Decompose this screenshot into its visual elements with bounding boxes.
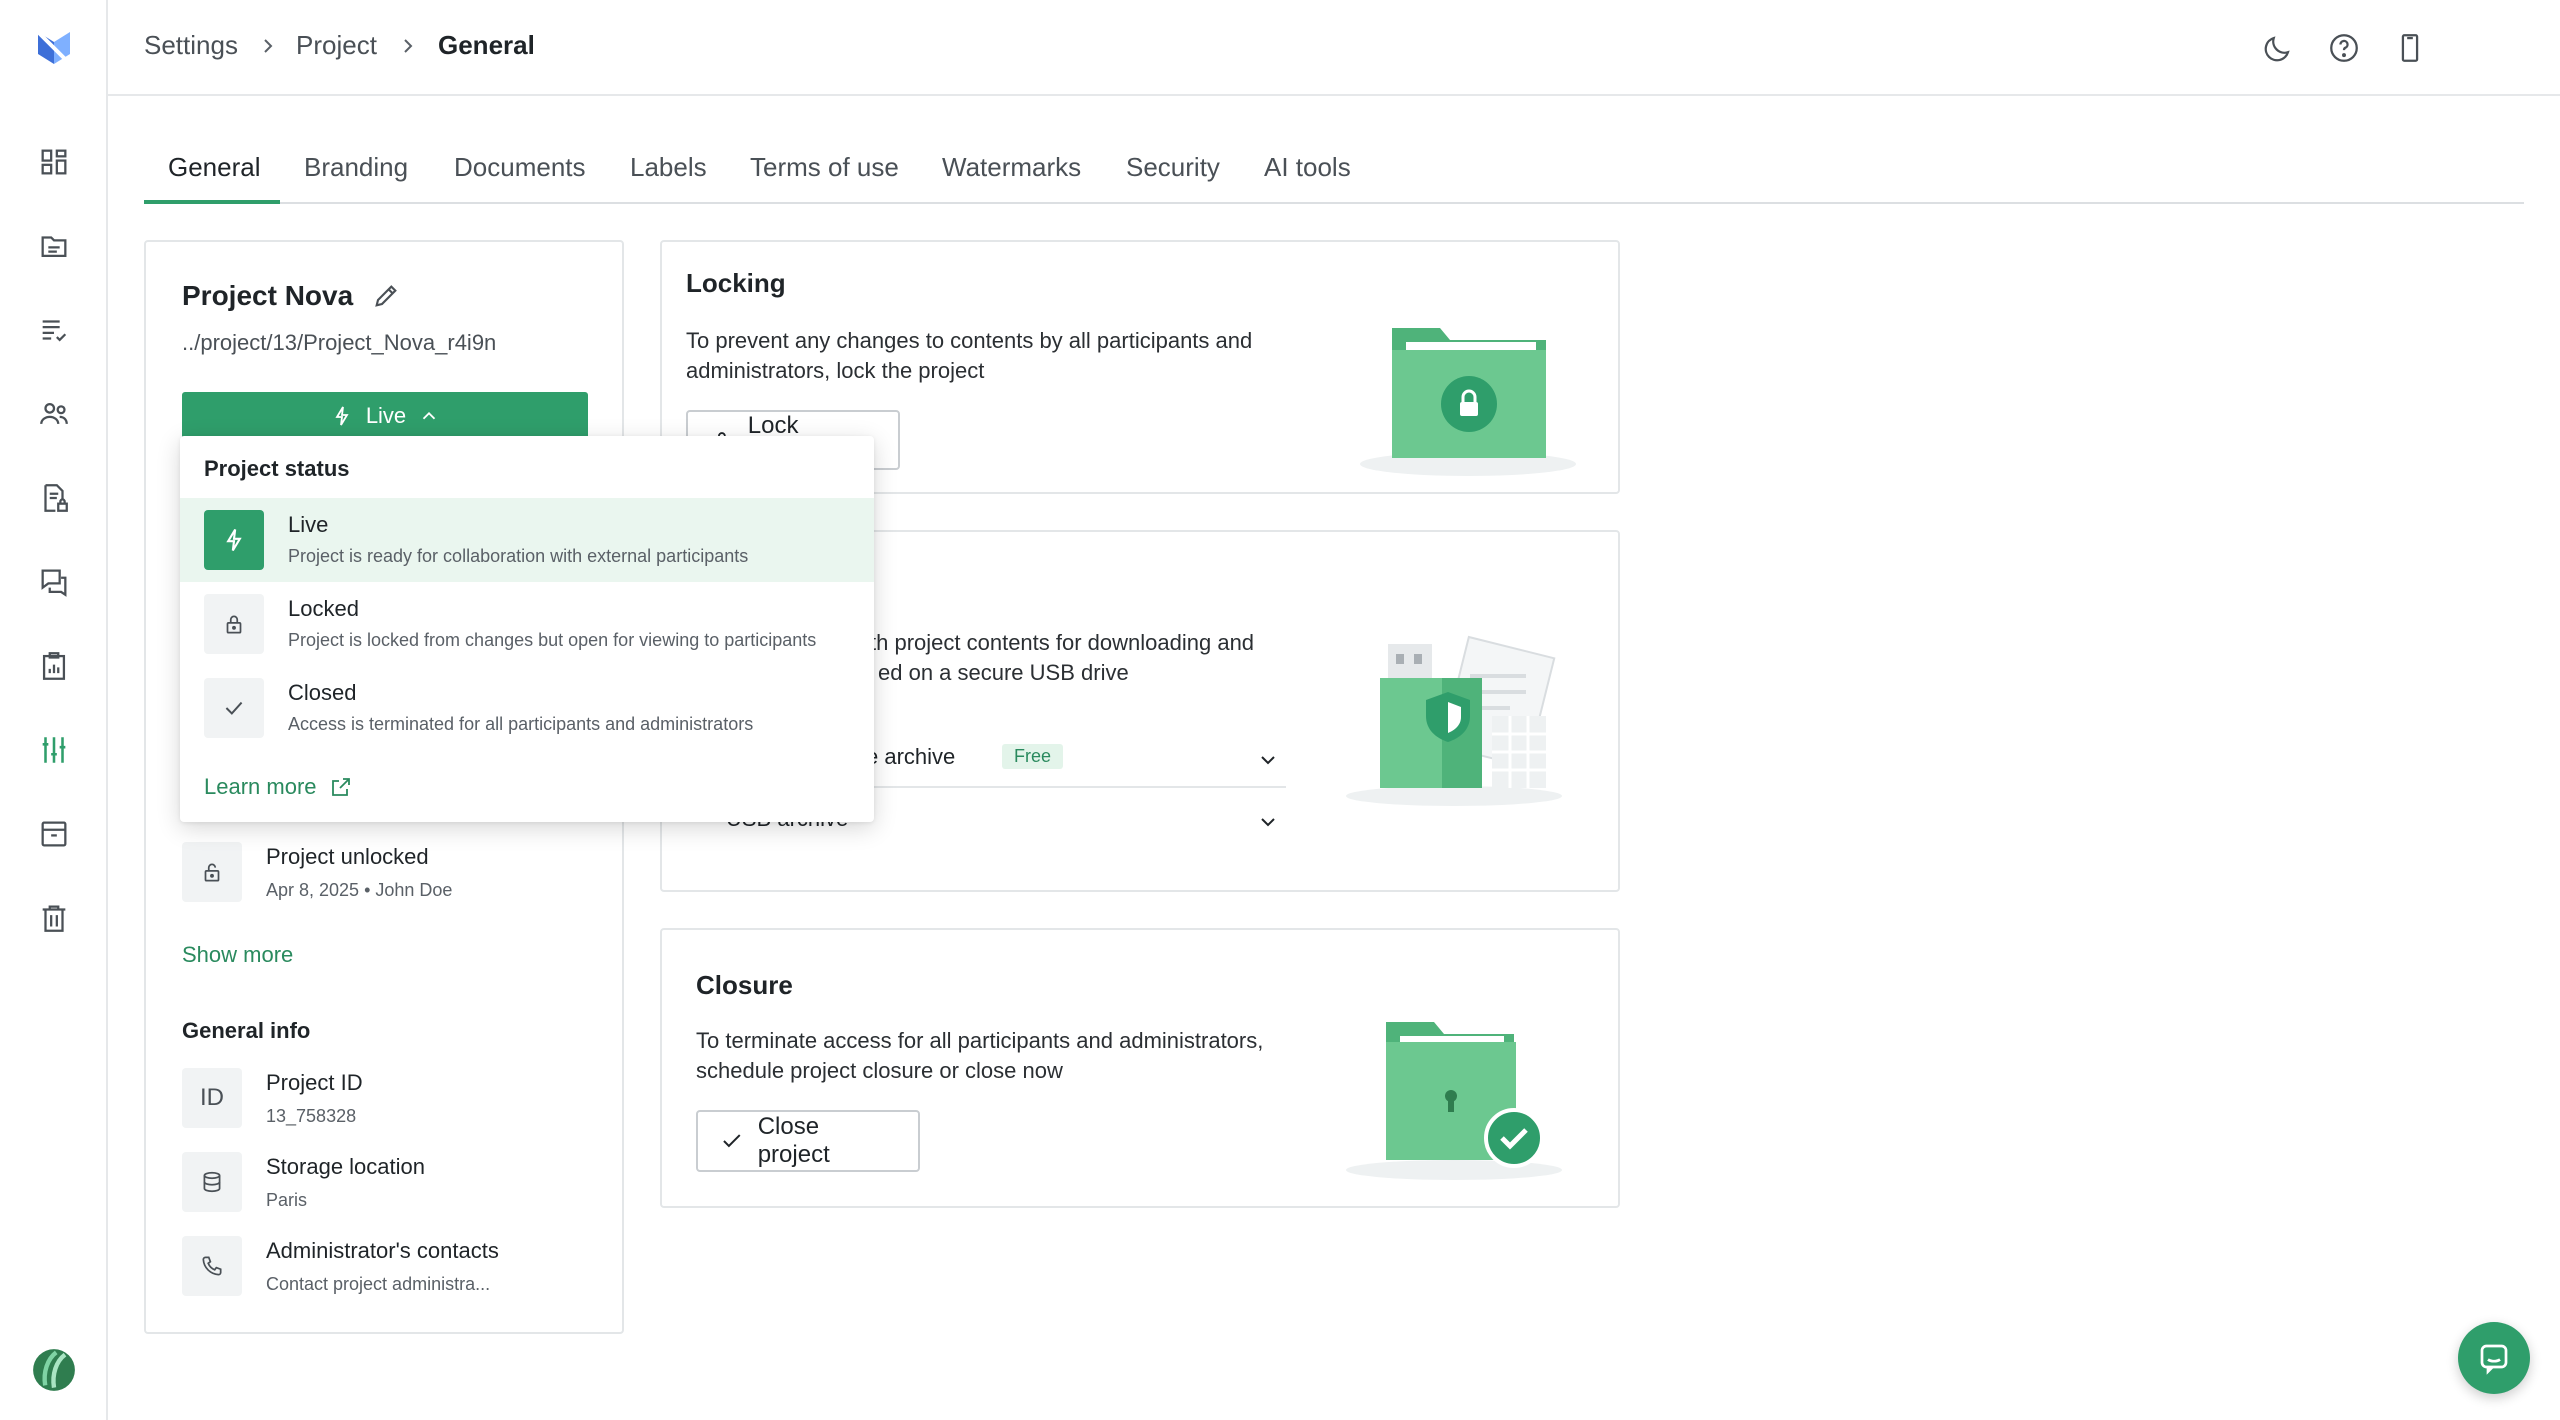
settings-tabs: General Branding Documents Labels Terms … bbox=[144, 148, 2524, 204]
tab-general[interactable]: General bbox=[168, 152, 261, 204]
phone-icon[interactable] bbox=[2386, 24, 2434, 72]
chat-icon bbox=[2480, 1344, 2508, 1375]
tab-security[interactable]: Security bbox=[1126, 152, 1220, 204]
dropdown-title: Project status bbox=[204, 456, 350, 481]
learn-more-link[interactable]: Learn more bbox=[204, 774, 353, 800]
general-info-title: General info bbox=[182, 1018, 311, 1043]
settings-sliders-icon[interactable] bbox=[32, 728, 76, 772]
history-item-title: Project unlocked bbox=[266, 844, 429, 869]
closed-folder-illustration bbox=[1342, 1010, 1572, 1190]
project-id-label: Project ID bbox=[266, 1070, 363, 1095]
sidebar bbox=[0, 0, 108, 1420]
lightning-icon bbox=[204, 510, 264, 570]
edit-pencil-icon[interactable] bbox=[370, 280, 402, 312]
closure-title: Closure bbox=[696, 970, 793, 1000]
moon-icon[interactable] bbox=[2254, 24, 2302, 72]
closure-card: Closure To terminate access for all part… bbox=[660, 928, 1620, 1208]
tab-labels[interactable]: Labels bbox=[630, 152, 707, 204]
project-path: ../project/13/Project_Nova_r4i9n bbox=[182, 330, 497, 355]
project-status-dropdown: Project status Live Project is ready for… bbox=[180, 436, 874, 822]
admin-contacts-label: Administrator's contacts bbox=[266, 1238, 499, 1263]
status-option-locked[interactable]: Locked Project is locked from changes bu… bbox=[180, 582, 874, 666]
project-status-button[interactable]: Live bbox=[182, 392, 588, 440]
workspace-logo-icon[interactable] bbox=[32, 1348, 76, 1392]
check-icon bbox=[723, 1134, 741, 1148]
chevron-down-icon bbox=[1261, 756, 1275, 765]
archive-text-line2: ed on a secure USB drive bbox=[878, 660, 1129, 685]
help-icon[interactable] bbox=[2320, 24, 2368, 72]
chat-support-button[interactable] bbox=[2458, 1322, 2530, 1394]
tab-branding[interactable]: Branding bbox=[304, 152, 408, 204]
history-item-icon bbox=[182, 842, 242, 902]
close-project-button[interactable]: Close project bbox=[696, 1110, 920, 1172]
lightning-icon bbox=[335, 406, 349, 426]
usb-drive-illustration bbox=[1342, 632, 1572, 812]
documents-icon[interactable] bbox=[32, 224, 76, 268]
status-button-label: Live bbox=[365, 403, 407, 428]
chevron-right-icon bbox=[264, 39, 273, 53]
breadcrumb-current: General bbox=[438, 30, 535, 60]
chevron-down-icon bbox=[1261, 818, 1275, 827]
external-link-icon bbox=[331, 778, 350, 796]
phone-call-icon bbox=[182, 1236, 242, 1296]
tab-documents[interactable]: Documents bbox=[454, 152, 586, 204]
project-name: Project Nova bbox=[182, 280, 354, 311]
status-option-closed[interactable]: Closed Access is terminated for all part… bbox=[180, 666, 874, 750]
tab-terms-of-use[interactable]: Terms of use bbox=[750, 152, 899, 204]
closure-text-line2: schedule project closure or close now bbox=[696, 1058, 1063, 1083]
comments-icon[interactable] bbox=[32, 560, 76, 604]
history-item-subtitle: Apr 8, 2025 • John Doe bbox=[266, 880, 453, 900]
free-badge: Free bbox=[1002, 744, 1064, 769]
chevron-up-icon bbox=[423, 411, 436, 420]
trash-icon[interactable] bbox=[32, 896, 76, 940]
tab-ai-tools[interactable]: AI tools bbox=[1264, 152, 1351, 204]
status-option-live[interactable]: Live Project is ready for collaboration … bbox=[180, 498, 874, 582]
archive-option-1-label: e archive bbox=[866, 744, 956, 769]
storage-location-label: Storage location bbox=[266, 1154, 425, 1179]
show-more-link[interactable]: Show more bbox=[182, 942, 293, 968]
secure-document-icon[interactable] bbox=[32, 476, 76, 520]
top-bar: Settings Project General MK bbox=[108, 0, 2560, 96]
lock-icon bbox=[204, 594, 264, 654]
locking-title: Locking bbox=[686, 268, 786, 298]
archive-box-icon[interactable] bbox=[32, 812, 76, 856]
database-icon bbox=[182, 1152, 242, 1212]
chevron-right-icon bbox=[404, 39, 413, 53]
storage-location-value: Paris bbox=[266, 1190, 308, 1210]
tab-watermarks[interactable]: Watermarks bbox=[942, 152, 1081, 204]
project-id-icon: ID bbox=[182, 1068, 242, 1128]
locking-text-line1: To prevent any changes to contents by al… bbox=[686, 328, 1253, 353]
admin-contacts-value[interactable]: Contact project administra... bbox=[266, 1274, 490, 1295]
closure-text-line1: To terminate access for all participants… bbox=[696, 1028, 1264, 1053]
locking-text-line2: administrators, lock the project bbox=[686, 358, 985, 383]
unlock-icon bbox=[204, 863, 220, 882]
project-id-value: 13_758328 bbox=[266, 1106, 357, 1126]
locked-folder-illustration bbox=[1352, 312, 1582, 482]
active-tab-indicator bbox=[144, 200, 280, 204]
check-icon bbox=[204, 678, 264, 738]
participants-icon[interactable] bbox=[32, 392, 76, 436]
tasks-list-icon[interactable] bbox=[32, 308, 76, 352]
reports-icon[interactable] bbox=[32, 644, 76, 688]
breadcrumb-settings[interactable]: Settings bbox=[144, 30, 238, 61]
breadcrumb-project[interactable]: Project bbox=[296, 30, 377, 61]
archive-text-line1: th project contents for downloading and bbox=[870, 630, 1255, 655]
app-logo-icon[interactable] bbox=[32, 26, 76, 70]
dashboard-icon[interactable] bbox=[32, 140, 76, 184]
